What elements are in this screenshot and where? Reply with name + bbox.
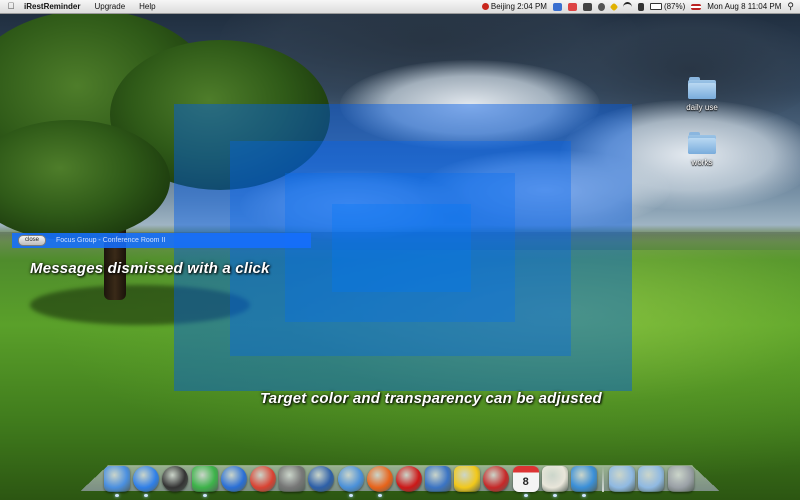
warning-icon[interactable]	[609, 2, 619, 11]
caption-target: Target color and transparency can be adj…	[260, 390, 602, 407]
google-earth-icon[interactable]	[308, 466, 335, 492]
menu-upgrade[interactable]: Upgrade	[87, 0, 132, 13]
folder-icon	[688, 77, 716, 99]
safari-icon[interactable]	[337, 466, 364, 497]
app-store-icon[interactable]	[133, 466, 160, 497]
reminder-message: Focus Group - Conference Room II	[56, 237, 166, 244]
folder-label: daily use	[686, 103, 718, 112]
spotlight-icon[interactable]: ⚲	[787, 0, 794, 13]
battery-percent: (87%)	[663, 2, 686, 11]
running-indicator	[348, 494, 353, 497]
target-overlay-inner	[332, 204, 471, 292]
dock-separator	[602, 466, 605, 492]
us-flag-icon[interactable]	[691, 3, 702, 10]
wifi-icon[interactable]	[622, 1, 632, 12]
dashboard-icon[interactable]	[162, 466, 189, 492]
txt-sign-icon[interactable]	[454, 466, 481, 492]
battery-icon	[649, 3, 662, 10]
firefox-icon[interactable]	[366, 466, 393, 497]
caption-dismiss: Messages dismissed with a click	[30, 260, 270, 277]
calendar-day: 8	[522, 476, 529, 488]
itunes-icon[interactable]	[220, 466, 247, 492]
desktop-folder-works[interactable]: works	[672, 132, 732, 167]
documents-folder-icon[interactable]	[638, 466, 665, 492]
folder-label: works	[691, 158, 713, 167]
running-indicator	[115, 494, 119, 497]
menu-help[interactable]: Help	[132, 0, 162, 13]
photo-frame-icon[interactable]	[279, 466, 306, 492]
mail-icon[interactable]	[567, 2, 577, 11]
display-icon[interactable]	[552, 2, 562, 11]
volume-icon[interactable]	[637, 2, 644, 11]
world-clock-text: Beijing 2:04 PM	[490, 2, 547, 11]
opera-icon[interactable]	[395, 466, 422, 492]
running-indicator	[523, 494, 528, 497]
finder-icon[interactable]	[104, 466, 130, 497]
preview-eye-icon[interactable]	[571, 466, 597, 497]
dock: 8	[104, 460, 704, 497]
sync-icon[interactable]	[597, 2, 605, 11]
gauge-icon[interactable]	[582, 2, 592, 11]
menu-clock[interactable]: Mon Aug 8 11:04 PM	[707, 0, 781, 13]
zotero-icon[interactable]	[483, 466, 510, 492]
menu-app-name[interactable]: iRestReminder	[22, 0, 87, 13]
messenger-icon[interactable]	[191, 466, 218, 497]
running-indicator	[202, 494, 207, 497]
folder-icon	[688, 132, 716, 154]
running-indicator	[377, 494, 382, 497]
calendar-icon[interactable]: 8	[512, 466, 539, 497]
running-indicator	[582, 494, 586, 497]
reminder-close-button[interactable]: close	[18, 235, 47, 246]
chrome-icon[interactable]	[249, 466, 276, 492]
apple-menu-icon[interactable]: 	[0, 0, 22, 13]
textedit-icon[interactable]	[541, 466, 568, 497]
running-indicator	[552, 494, 557, 497]
xcode-icon[interactable]	[425, 466, 452, 492]
menu-bar:  iRestReminder Upgrade Help Beijing 2:0…	[0, 0, 800, 14]
applications-folder-icon[interactable]	[609, 466, 636, 492]
battery-item[interactable]: (87%)	[649, 0, 686, 13]
reminder-bar[interactable]: close Focus Group - Conference Room II	[12, 233, 311, 248]
desktop-folder-daily-use[interactable]: daily use	[672, 77, 732, 112]
world-clock-item[interactable]: Beijing 2:04 PM	[481, 0, 547, 13]
trash-icon[interactable]	[667, 466, 694, 492]
flag-icon	[481, 3, 489, 10]
